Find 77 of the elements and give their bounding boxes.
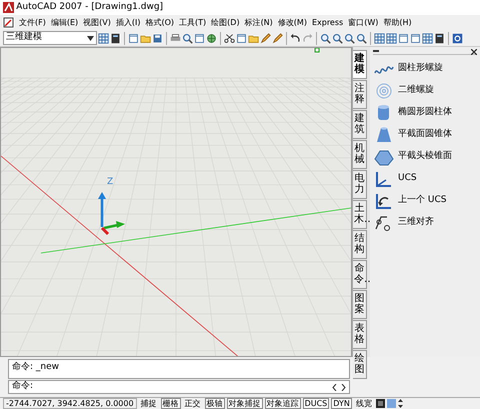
palette-tab[interactable]: 建筑 [353, 110, 367, 139]
menu-item[interactable]: 窗口(W) [348, 16, 378, 28]
status-toggle-button[interactable]: DYN [331, 398, 352, 409]
coordinates-readout: -2744.7027, 3942.4825, 0.0000 [3, 398, 137, 409]
help-icon[interactable] [452, 32, 463, 44]
magnifier-icon[interactable] [320, 32, 331, 44]
status-toggle-button[interactable]: 极轴 [204, 398, 225, 409]
palette-tab[interactable]: 图案 [353, 290, 367, 319]
grid-icon[interactable] [98, 32, 109, 44]
menu-item[interactable]: Express [312, 16, 344, 28]
grip-handle[interactable] [314, 48, 320, 52]
tool-label[interactable]: UCS [398, 172, 417, 186]
workspace-dropdown[interactable]: 三维建模 [3, 31, 97, 45]
close-icon[interactable] [471, 48, 477, 54]
ucs-icon [98, 192, 125, 236]
magnifier-icon[interactable] [182, 32, 193, 44]
tool-label[interactable]: 三维对齐 [398, 216, 434, 230]
minus-icon[interactable] [373, 50, 379, 53]
ucs-axis-label: Z [107, 177, 114, 187]
tool-label[interactable]: 椭圆形圆柱体 [398, 106, 452, 120]
document-icon[interactable] [410, 32, 421, 44]
status-toggle-button[interactable]: DUCS [302, 398, 330, 409]
scroll-right-icon[interactable] [341, 384, 346, 390]
status-toggle-button[interactable]: 捕捉 [138, 398, 159, 409]
status-toggle-button[interactable]: 正交 [182, 398, 203, 409]
status-toggle-button[interactable]: 线宽 [354, 398, 374, 409]
grid-icon[interactable] [386, 32, 397, 44]
menu-item[interactable]: 标注(N) [244, 16, 273, 28]
document-icon[interactable] [236, 32, 247, 44]
menu-item[interactable]: 插入(I) [116, 16, 140, 28]
tool-label[interactable]: 平截头棱锥面 [398, 150, 452, 164]
status-toggle-button[interactable]: 对象捕捉 [226, 398, 263, 409]
globe-icon[interactable] [206, 32, 217, 44]
scroll-left-icon[interactable] [332, 384, 336, 390]
calculator-icon[interactable] [434, 32, 445, 44]
command-input-field[interactable]: 命令: [8, 380, 350, 394]
magnifier-icon[interactable] [332, 32, 343, 44]
menu-item[interactable]: 帮助(H) [383, 16, 412, 28]
scissors-icon[interactable] [224, 32, 235, 44]
calculator-icon[interactable] [110, 32, 121, 44]
grid-icon[interactable] [374, 32, 385, 44]
caret-icon [87, 36, 94, 40]
grid-icon[interactable] [422, 32, 433, 44]
menu-item[interactable]: 编辑(E) [50, 16, 78, 28]
pencil-icon[interactable] [260, 32, 271, 44]
menu-item[interactable]: 文件(F) [19, 16, 46, 28]
tool-label[interactable]: 平截面圆锥体 [398, 128, 452, 142]
drawing-document-icon[interactable] [3, 17, 14, 28]
palette-tab[interactable]: 绘图 [353, 350, 367, 379]
palette-tab[interactable]: 电力 [353, 170, 367, 199]
tool-label[interactable]: 上一个 UCS [398, 194, 446, 208]
tool-label[interactable]: 二维螺旋 [398, 84, 434, 98]
palette-tab[interactable]: 机械 [353, 140, 367, 169]
menu-item[interactable]: 绘图(D) [211, 16, 240, 28]
status-toggle-button[interactable]: 对象追踪 [264, 398, 301, 409]
menu-item[interactable]: 视图(V) [83, 16, 111, 28]
palette-tab[interactable]: 建模 [353, 50, 367, 79]
menu-item[interactable]: 工具(T) [179, 16, 206, 28]
palette-tab[interactable]: 结构 [353, 230, 367, 259]
menu-item[interactable]: 格式(O) [145, 16, 174, 28]
magnifier-icon[interactable] [344, 32, 355, 44]
menu-item[interactable]: 修改(M) [278, 16, 307, 28]
palette-tab[interactable]: 表格 [353, 320, 367, 349]
undo-arrow-icon[interactable] [290, 32, 301, 44]
tool-label[interactable]: 圆柱形螺旋 [398, 62, 443, 76]
document-icon[interactable] [128, 32, 139, 44]
model-icon[interactable] [376, 399, 385, 408]
palette-tab[interactable]: 注释 [353, 80, 367, 109]
status-toggle-button[interactable]: 栅格 [160, 398, 181, 409]
command-history: 命令: _new [8, 359, 350, 379]
magnifier-icon[interactable] [356, 32, 367, 44]
pencil-icon[interactable] [272, 32, 283, 44]
window-title: AutoCAD 2007 - [Drawing1.dwg] [16, 0, 164, 14]
printer-icon[interactable] [170, 32, 181, 44]
document-icon[interactable] [194, 32, 205, 44]
up-down-arrows-icon[interactable] [398, 399, 403, 408]
document-icon[interactable] [398, 32, 409, 44]
